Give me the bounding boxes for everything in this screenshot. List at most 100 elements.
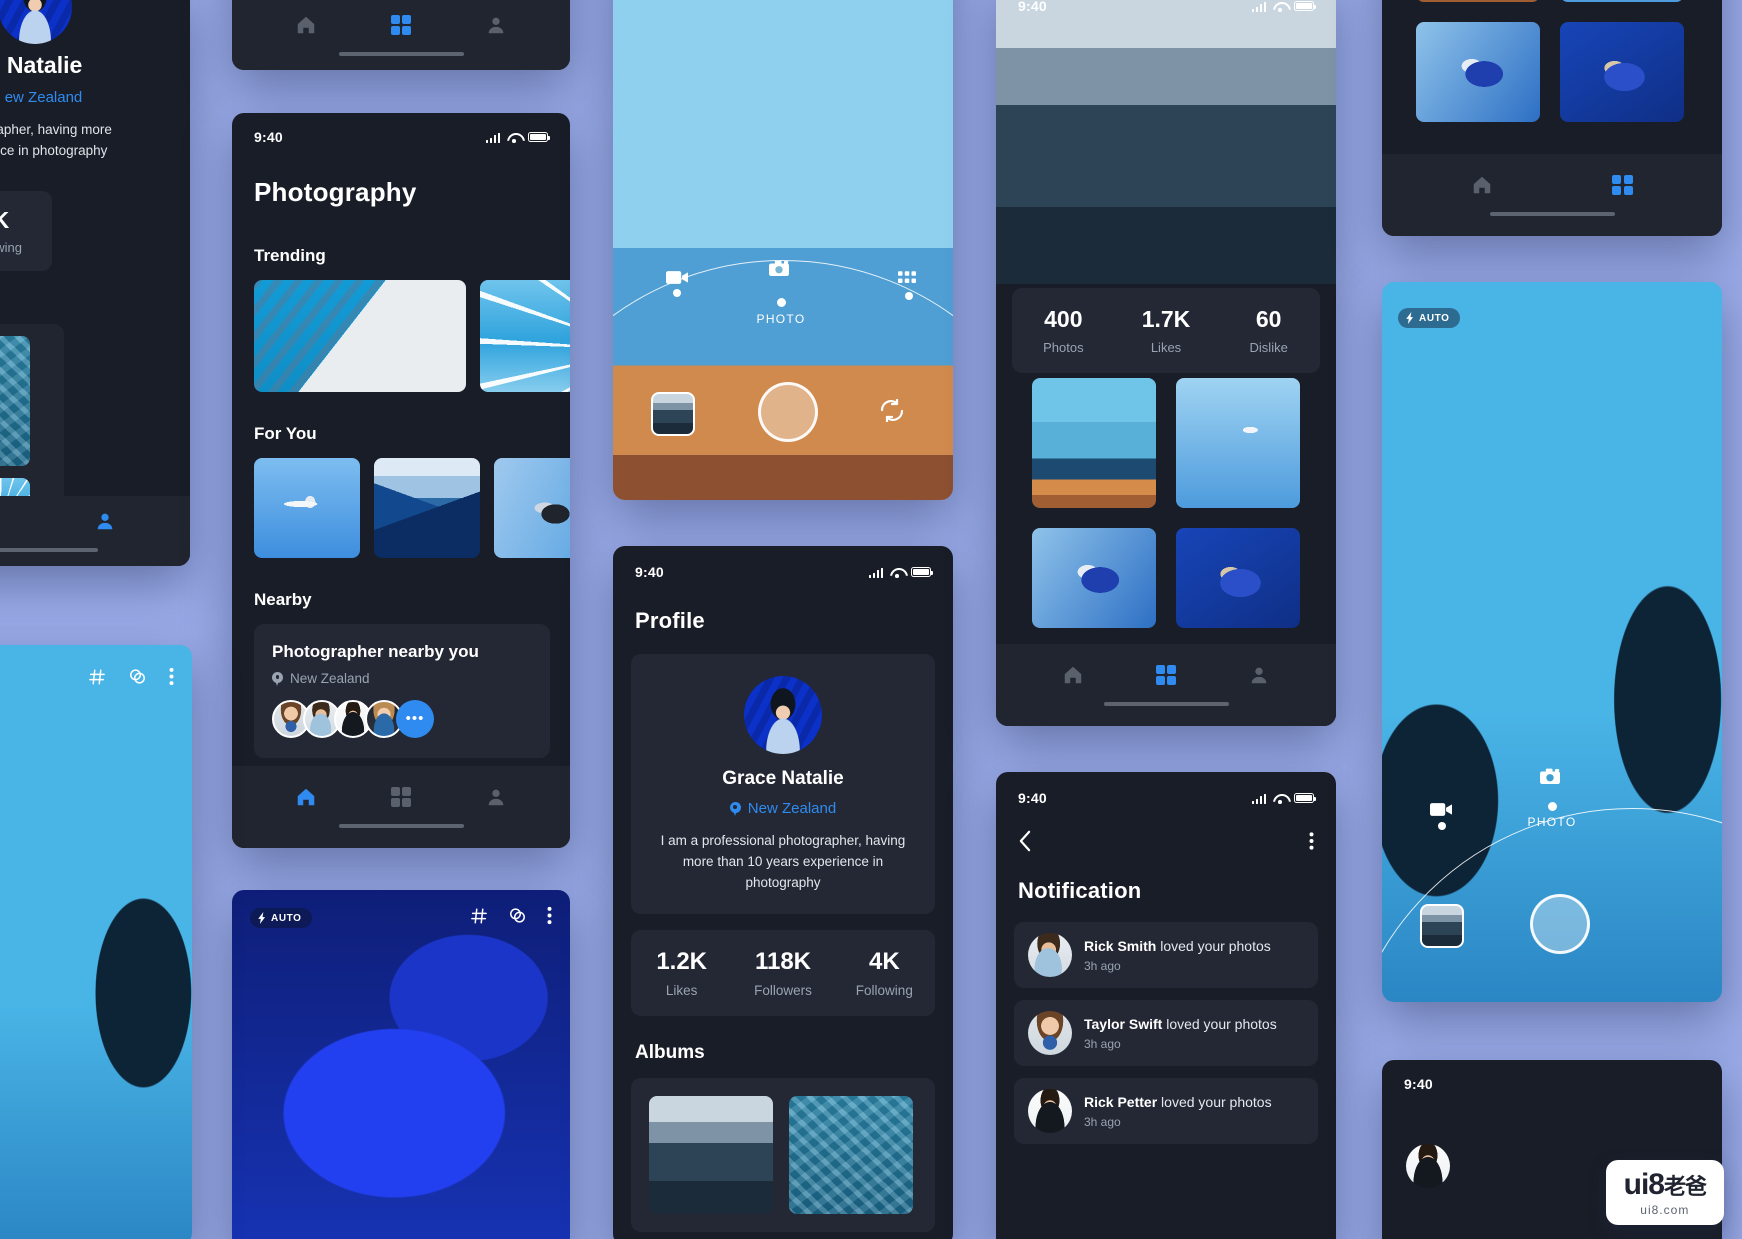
mode-dot-grid[interactable]	[905, 292, 913, 300]
wifi-icon	[507, 132, 521, 143]
gallery-photo[interactable]	[1032, 378, 1156, 508]
more-avatars-button[interactable]: •••	[396, 700, 434, 738]
gallery-photo[interactable]	[1416, 22, 1540, 122]
mode-dot-photo[interactable]	[777, 298, 786, 307]
tab-home[interactable]	[295, 14, 317, 36]
status-bar: 9:40	[996, 772, 1336, 806]
video-icon[interactable]	[666, 271, 688, 284]
gallery-photo[interactable]	[1176, 528, 1300, 628]
wifi-icon	[890, 567, 904, 578]
shutter-button[interactable]	[1530, 894, 1590, 954]
signal-bars-icon	[1251, 1, 1266, 12]
phone-camera-main: PHOTO	[613, 0, 953, 500]
trending-item[interactable]	[480, 280, 570, 392]
home-indicator	[338, 52, 464, 56]
camera-icon[interactable]	[1540, 768, 1560, 785]
home-indicator	[1103, 702, 1229, 706]
avatar	[1028, 1011, 1072, 1055]
status-time: 9:40	[1404, 1076, 1433, 1092]
more-avatars-label: •••	[405, 710, 425, 727]
phone-camera-umbrella: AUTO	[232, 890, 570, 1239]
filter-icon[interactable]	[128, 667, 147, 686]
foryou-row[interactable]	[254, 458, 570, 558]
list-item[interactable]: Taylor Swift loved your photos 3h ago	[1014, 1000, 1318, 1066]
avatar[interactable]	[744, 676, 822, 754]
section-title-nearby: Nearby	[254, 590, 312, 609]
gallery-hero-photo[interactable]	[996, 0, 1336, 296]
hashtag-icon[interactable]	[88, 668, 106, 686]
tab-gallery[interactable]	[390, 14, 412, 36]
profile-location: New Zealand	[747, 800, 837, 817]
notif-text: Rick Petter loved your photos	[1084, 1093, 1272, 1110]
avatar	[1028, 1089, 1072, 1133]
gallery-grid[interactable]	[1032, 378, 1300, 628]
mode-label-photo: PHOTO	[756, 312, 806, 326]
foryou-item[interactable]	[494, 458, 570, 558]
section-title-albums: Albums	[635, 1041, 705, 1063]
gallery-photo[interactable]	[1560, 0, 1684, 2]
tab-profile[interactable]	[1248, 664, 1270, 686]
avatar	[1406, 1144, 1450, 1188]
album-thumb[interactable]	[649, 1095, 773, 1214]
mode-dot-photo[interactable]	[1548, 802, 1557, 811]
status-bar: 9:40	[1382, 1060, 1722, 1092]
more-vertical-icon[interactable]	[169, 667, 174, 686]
album-thumb[interactable]	[789, 1095, 913, 1214]
phone-profile-partial: e Natalie ew Zealand hotographer, having…	[0, 0, 190, 566]
trending-item[interactable]	[254, 280, 466, 392]
gallery-preview[interactable]	[651, 392, 695, 436]
list-item[interactable]: Rick Smith loved your photos 3h ago	[1014, 922, 1318, 988]
shutter-button[interactable]	[758, 382, 818, 442]
tab-profile[interactable]	[94, 510, 116, 532]
signal-bars-icon	[868, 567, 883, 578]
profile-location: ew Zealand	[4, 89, 83, 106]
more-vertical-icon[interactable]	[547, 906, 552, 925]
foryou-item[interactable]	[374, 458, 480, 558]
tab-home[interactable]	[295, 786, 317, 808]
phone-gallery: 9:40 400 Photos 1.7K Likes 60 Dislike	[996, 0, 1336, 726]
nearby-avatars[interactable]: •••	[272, 700, 532, 738]
notif-time: 3h ago	[1084, 1114, 1121, 1129]
gallery-photo[interactable]	[1560, 22, 1684, 122]
auto-badge[interactable]: AUTO	[1398, 308, 1460, 328]
watermark-subtitle: ui8.com	[1640, 1203, 1690, 1217]
gallery-preview[interactable]	[1420, 904, 1464, 948]
status-bar: 9:40	[232, 113, 570, 145]
trending-row[interactable]	[254, 280, 570, 392]
filter-icon[interactable]	[508, 906, 527, 925]
gallery-photo[interactable]	[1032, 528, 1156, 628]
tab-gallery[interactable]	[1155, 664, 1177, 686]
grid-modes-icon[interactable]	[898, 271, 916, 285]
watermark-title: ui8老爸	[1623, 1168, 1707, 1201]
gallery-photo[interactable]	[1176, 378, 1300, 508]
more-vertical-icon[interactable]	[1309, 831, 1314, 851]
avatar	[0, 0, 72, 44]
chevron-left-icon[interactable]	[1018, 830, 1031, 852]
home-indicator	[338, 824, 464, 828]
mode-label-photo: PHOTO	[1527, 815, 1577, 829]
tab-home[interactable]	[1471, 174, 1493, 196]
tab-gallery[interactable]	[390, 786, 412, 808]
hashtag-icon[interactable]	[470, 907, 488, 925]
bio-line-1: hotographer, having more	[0, 122, 112, 137]
nearby-title: Photographer nearby you	[272, 642, 479, 661]
mode-dot-video[interactable]	[1438, 822, 1446, 830]
gallery-photo[interactable]	[1416, 0, 1540, 2]
foryou-item[interactable]	[254, 458, 360, 558]
page-title: Photography	[254, 177, 417, 207]
tab-home[interactable]	[1062, 664, 1084, 686]
nearby-card[interactable]: Photographer nearby you New Zealand •••	[254, 624, 550, 758]
stat-followers: 118K Followers	[754, 947, 812, 998]
flip-camera-icon[interactable]	[879, 399, 905, 422]
tab-profile[interactable]	[485, 786, 507, 808]
camera-icon[interactable]	[769, 260, 789, 277]
auto-badge[interactable]: AUTO	[250, 908, 312, 928]
mode-dot-video[interactable]	[673, 289, 681, 297]
video-icon[interactable]	[1430, 803, 1452, 816]
tab-profile[interactable]	[485, 14, 507, 36]
list-item[interactable]: Rick Petter loved your photos 3h ago	[1014, 1078, 1318, 1144]
tab-gallery[interactable]	[1612, 174, 1633, 196]
album-thumb[interactable]: #Lego	[0, 336, 30, 466]
gallery-stats: 400 Photos 1.7K Likes 60 Dislike	[1012, 288, 1320, 373]
tab-bar	[1382, 154, 1722, 236]
